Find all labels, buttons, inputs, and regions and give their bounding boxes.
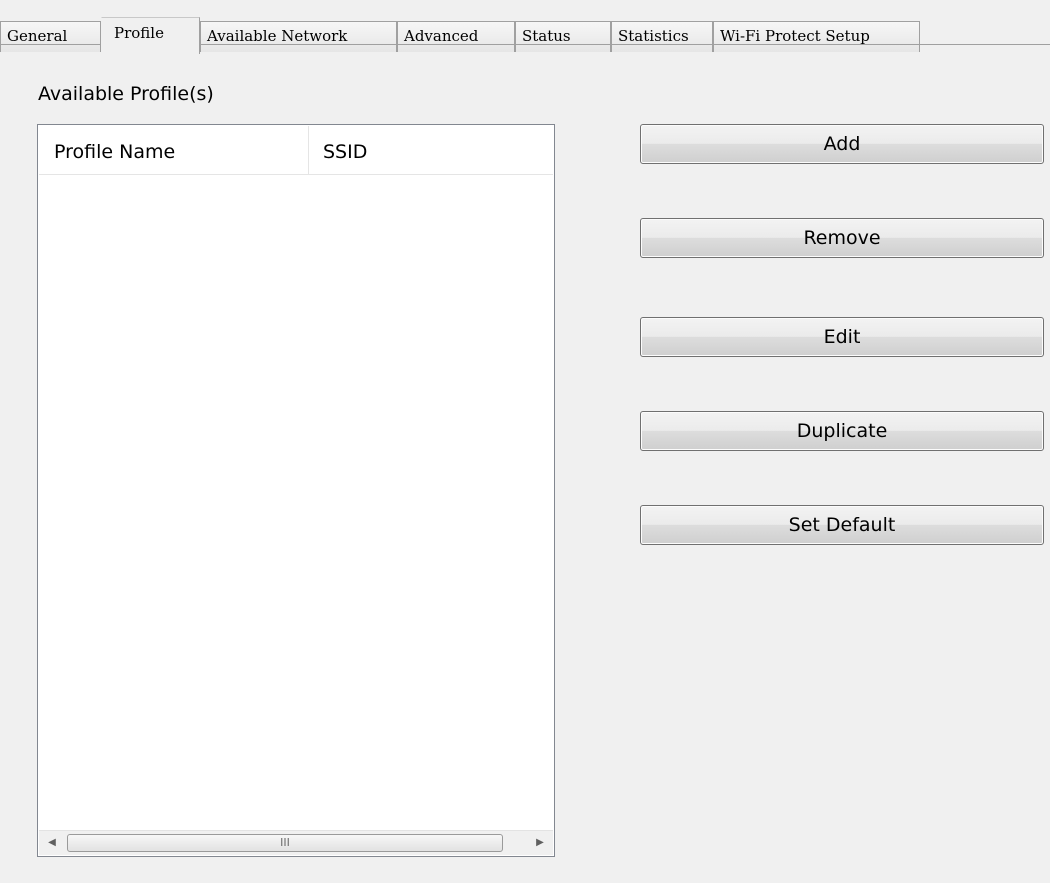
- profile-list[interactable]: Profile Name SSID ◀ III ▶: [37, 124, 555, 857]
- scroll-left-icon[interactable]: ◀: [39, 831, 65, 855]
- scrollbar-grip-icon: III: [280, 836, 290, 849]
- add-button[interactable]: Add: [640, 124, 1044, 164]
- scrollbar-thumb[interactable]: III: [67, 834, 503, 852]
- edit-button[interactable]: Edit: [640, 317, 1044, 357]
- tab-strip: General Profile Available Network Advanc…: [0, 9, 1050, 54]
- horizontal-scrollbar[interactable]: ◀ III ▶: [39, 830, 553, 855]
- available-profiles-label: Available Profile(s): [38, 83, 214, 105]
- tab-wifi-protect-setup[interactable]: Wi-Fi Protect Setup: [713, 21, 920, 52]
- column-header-ssid[interactable]: SSID: [309, 126, 553, 174]
- profile-list-body[interactable]: [39, 175, 553, 830]
- tab-status[interactable]: Status: [515, 21, 611, 52]
- tab-advanced[interactable]: Advanced: [397, 21, 515, 52]
- tab-general[interactable]: General: [0, 21, 101, 52]
- tab-profile[interactable]: Profile: [101, 17, 200, 54]
- profile-window: General Profile Available Network Advanc…: [0, 0, 1050, 883]
- list-header: Profile Name SSID: [39, 126, 553, 175]
- remove-button[interactable]: Remove: [640, 218, 1044, 258]
- column-header-profile-name[interactable]: Profile Name: [39, 126, 309, 174]
- duplicate-button[interactable]: Duplicate: [640, 411, 1044, 451]
- tab-statistics[interactable]: Statistics: [611, 21, 713, 52]
- scroll-right-icon[interactable]: ▶: [527, 831, 553, 855]
- tab-available-network[interactable]: Available Network: [200, 21, 397, 52]
- set-default-button[interactable]: Set Default: [640, 505, 1044, 545]
